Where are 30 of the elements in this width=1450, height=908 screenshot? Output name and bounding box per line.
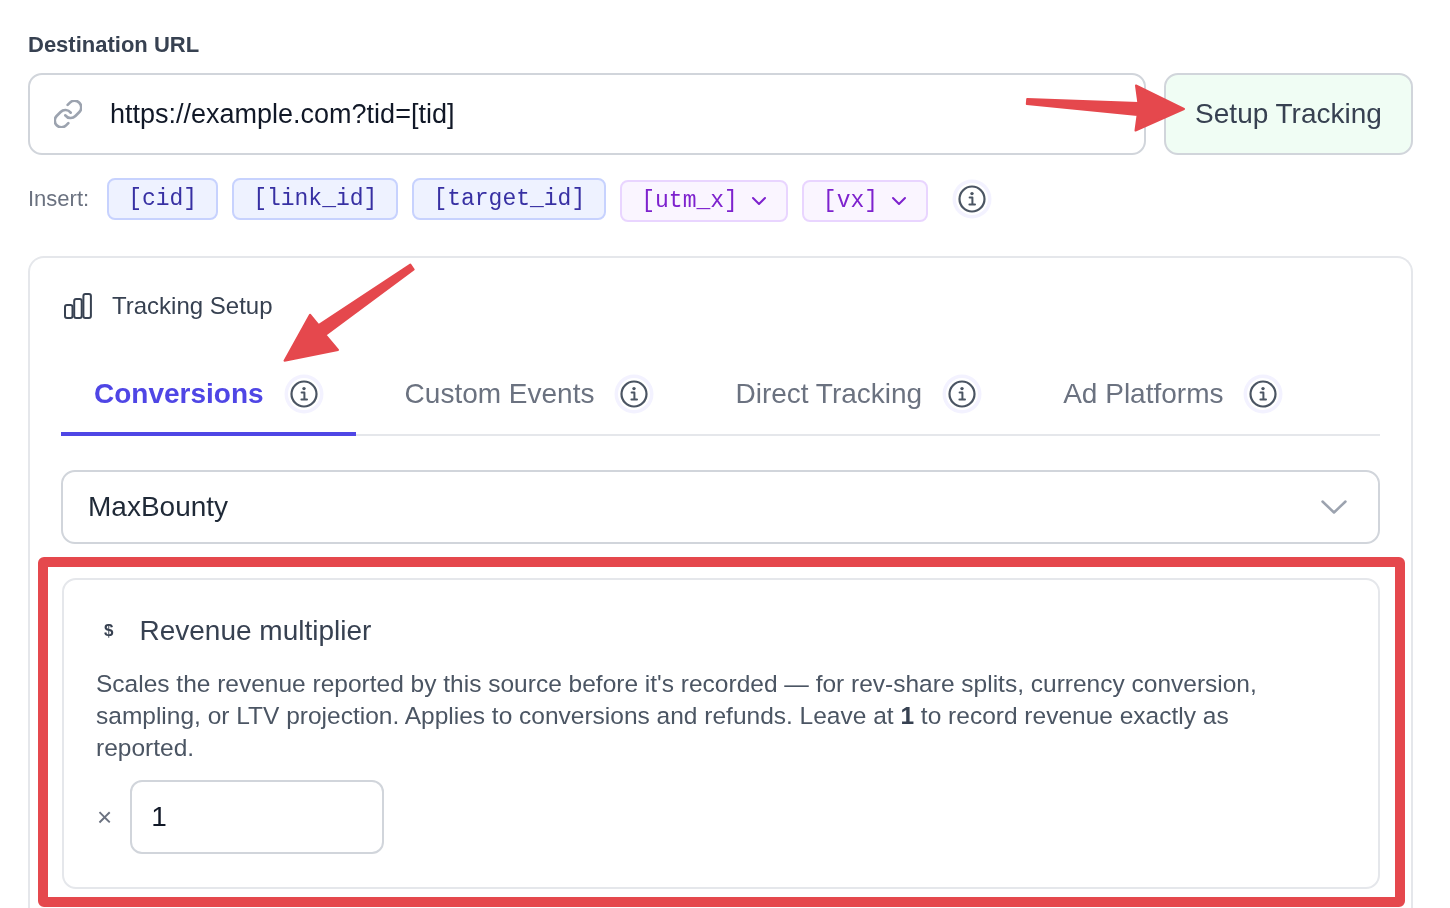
url-field[interactable]: https://example.com?tid=[tid] <box>28 73 1146 155</box>
token-button[interactable]: [link_id] <box>232 178 399 220</box>
bar-chart-icon <box>64 293 92 319</box>
token-dropdown[interactable]: [vx] <box>801 179 929 222</box>
tab[interactable]: Ad Platforms <box>1030 356 1316 436</box>
token-dropdown[interactable]: [utm_x] <box>620 179 788 222</box>
tab[interactable]: Conversions <box>61 356 356 436</box>
info-icon[interactable] <box>1243 374 1284 414</box>
card-title: Tracking Setup <box>112 292 273 320</box>
setup-tracking-button[interactable]: Setup Tracking <box>1164 73 1413 155</box>
link-icon <box>54 100 82 128</box>
insert-label: Insert: <box>28 186 90 212</box>
token-button[interactable]: [cid] <box>107 178 219 220</box>
multiplier-field[interactable]: 1 <box>130 780 385 854</box>
network-select[interactable]: MaxBounty <box>61 470 1380 544</box>
section-title: Revenue multiplier <box>139 615 372 647</box>
chevron-down-icon <box>1320 499 1348 515</box>
info-icon[interactable] <box>942 374 983 414</box>
description-text: Scales the revenue reported by this source before it's recorded — for rev-share splits, currency conversion, sampling, or LTV projection. Applies to conversions and refunds. Leave at 1 to record revenue exactly as reported. <box>96 669 1258 763</box>
multiply-sign: × <box>97 801 113 833</box>
caret-icon <box>750 195 767 206</box>
info-icon[interactable] <box>283 374 324 414</box>
dollar-icon: $ <box>104 621 114 641</box>
token-button[interactable]: [target_id] <box>412 178 607 220</box>
tab[interactable]: Custom Events <box>371 356 687 436</box>
tab[interactable]: Direct Tracking <box>702 356 1015 436</box>
info-icon[interactable] <box>614 374 655 414</box>
field-label: Destination URL <box>28 32 200 58</box>
caret-icon <box>891 195 908 206</box>
info-icon[interactable] <box>952 179 993 219</box>
